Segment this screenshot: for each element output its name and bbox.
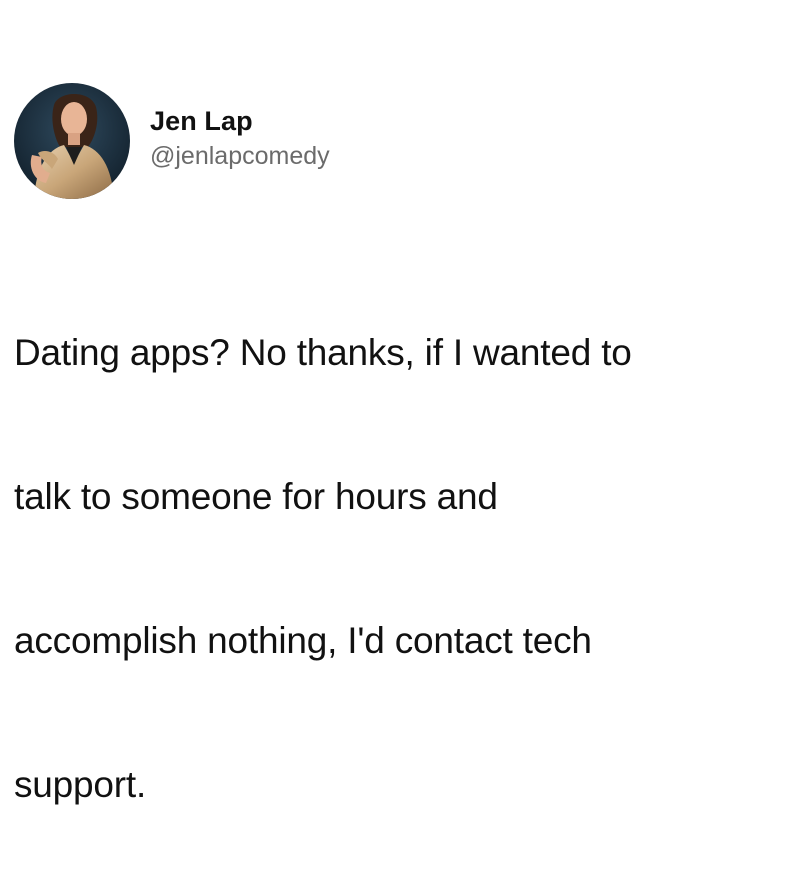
tweet-text: Dating apps? No thanks, if I wanted to t… [14,245,794,893]
tweet-card: Jen Lap @jenlapcomedy Dating apps? No th… [0,0,800,805]
display-name[interactable]: Jen Lap [150,104,330,138]
tweet-text-line: talk to someone for hours and [14,476,498,517]
avatar[interactable] [14,83,130,199]
profile-photo-icon [14,83,130,199]
author-names: Jen Lap @jenlapcomedy [150,104,330,172]
tweet-text-line: support. [14,764,147,805]
user-handle[interactable]: @jenlapcomedy [150,140,330,172]
tweet-header: Jen Lap @jenlapcomedy [14,82,330,200]
tweet-text-line: accomplish nothing, I'd contact tech [14,620,592,661]
tweet-text-line: Dating apps? No thanks, if I wanted to [14,332,632,373]
